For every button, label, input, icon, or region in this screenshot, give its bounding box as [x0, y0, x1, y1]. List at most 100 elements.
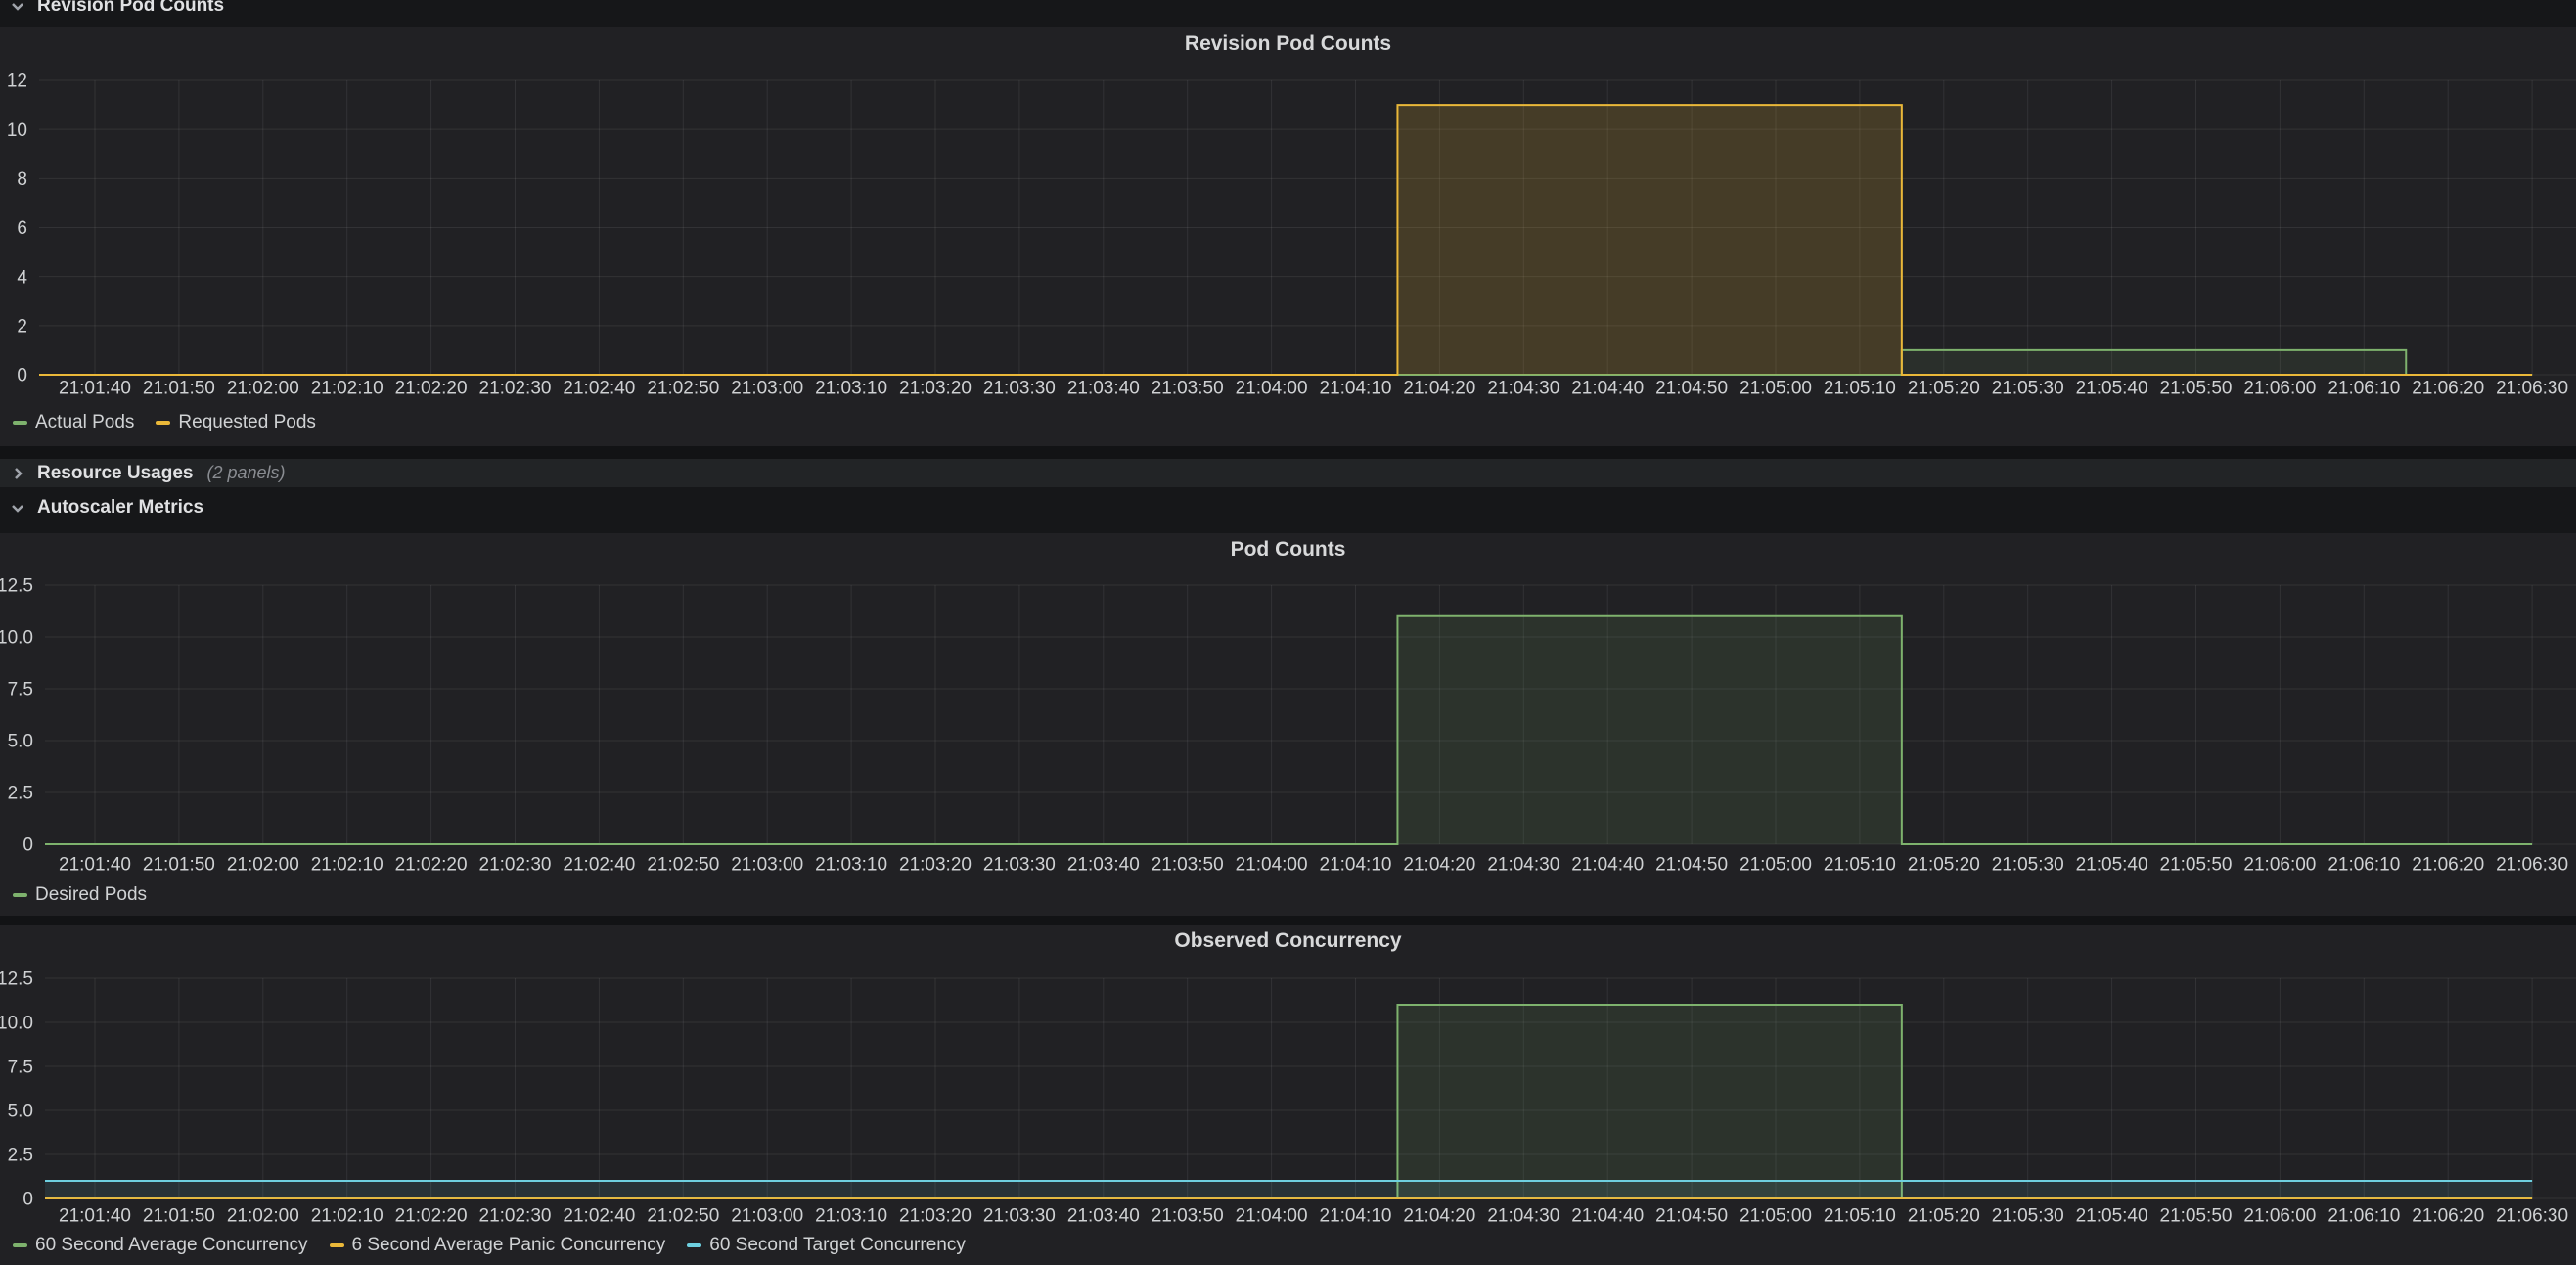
- svg-text:21:01:50: 21:01:50: [143, 855, 215, 876]
- series-line-60-second-average-concurrency: [45, 1005, 2532, 1198]
- panel-title[interactable]: Pod Counts: [0, 533, 2576, 566]
- svg-text:21:03:50: 21:03:50: [1152, 379, 1224, 399]
- plot-area: 02.55.07.510.012.521:01:4021:01:5021:02:…: [0, 925, 2576, 1265]
- row-title: Autoscaler Metrics: [37, 497, 203, 519]
- svg-text:21:04:20: 21:04:20: [1403, 855, 1475, 876]
- svg-text:21:04:40: 21:04:40: [1571, 379, 1644, 399]
- svg-text:21:03:10: 21:03:10: [815, 1206, 887, 1227]
- legend: Desired Pods: [13, 883, 147, 907]
- panel-title[interactable]: Observed Concurrency: [0, 925, 2576, 958]
- series-fill-60-second-target-concurrency: [45, 1181, 2532, 1198]
- svg-text:21:03:00: 21:03:00: [731, 379, 803, 399]
- svg-text:6: 6: [17, 218, 27, 239]
- svg-text:21:03:40: 21:03:40: [1067, 1206, 1140, 1227]
- svg-text:21:01:40: 21:01:40: [59, 855, 131, 876]
- svg-text:0: 0: [23, 1190, 33, 1210]
- svg-text:21:06:10: 21:06:10: [2327, 855, 2400, 876]
- svg-text:21:05:00: 21:05:00: [1740, 1206, 1812, 1227]
- svg-text:21:05:40: 21:05:40: [2076, 855, 2148, 876]
- svg-text:21:06:30: 21:06:30: [2496, 1206, 2568, 1227]
- svg-text:21:03:10: 21:03:10: [815, 855, 887, 876]
- svg-text:21:02:00: 21:02:00: [227, 1206, 299, 1227]
- series-line-desired-pods: [45, 616, 2532, 844]
- svg-text:21:04:00: 21:04:00: [1236, 379, 1308, 399]
- v-gridlines: [95, 585, 2532, 844]
- svg-text:21:05:00: 21:05:00: [1740, 379, 1812, 399]
- svg-text:21:05:20: 21:05:20: [1908, 379, 1980, 399]
- y-axis-labels: 024681012: [7, 71, 28, 386]
- svg-text:21:02:50: 21:02:50: [647, 379, 719, 399]
- panel-divider: [0, 446, 2576, 459]
- svg-text:2.5: 2.5: [8, 784, 33, 804]
- svg-text:21:04:20: 21:04:20: [1403, 1206, 1475, 1227]
- panel-divider: [0, 916, 2576, 925]
- legend-label: Desired Pods: [35, 883, 147, 907]
- chart-pod-counts[interactable]: 02.55.07.510.012.521:01:4021:01:5021:02:…: [0, 533, 2576, 916]
- panel-title[interactable]: Revision Pod Counts: [0, 27, 2576, 61]
- svg-text:21:01:40: 21:01:40: [59, 1206, 131, 1227]
- svg-text:21:02:40: 21:02:40: [563, 855, 635, 876]
- svg-text:21:04:40: 21:04:40: [1571, 855, 1644, 876]
- chart-observed-concurrency[interactable]: 02.55.07.510.012.521:01:4021:01:5021:02:…: [0, 925, 2576, 1265]
- svg-text:21:03:40: 21:03:40: [1067, 855, 1140, 876]
- chart-revision-pod-counts[interactable]: 02468101221:01:4021:01:5021:02:0021:02:1…: [0, 27, 2576, 446]
- svg-text:21:04:10: 21:04:10: [1320, 1206, 1392, 1227]
- legend-swatch: [13, 1243, 27, 1247]
- row-header-autoscaler-metrics[interactable]: Autoscaler Metrics: [0, 492, 2576, 523]
- legend-item[interactable]: 60 Second Target Concurrency: [687, 1234, 966, 1257]
- svg-text:21:04:50: 21:04:50: [1655, 1206, 1728, 1227]
- legend-swatch: [687, 1243, 701, 1247]
- x-axis-labels: 21:01:4021:01:5021:02:0021:02:1021:02:20…: [59, 1206, 2568, 1227]
- svg-text:21:03:50: 21:03:50: [1152, 855, 1224, 876]
- svg-text:21:05:30: 21:05:30: [1992, 1206, 2064, 1227]
- panel-pod-counts: 02.55.07.510.012.521:01:4021:01:5021:02:…: [0, 533, 2576, 916]
- svg-text:21:06:20: 21:06:20: [2412, 1206, 2484, 1227]
- svg-text:21:06:10: 21:06:10: [2327, 1206, 2400, 1227]
- svg-text:21:04:50: 21:04:50: [1655, 855, 1728, 876]
- svg-text:5.0: 5.0: [8, 1102, 33, 1122]
- legend: Actual Pods Requested Pods: [13, 411, 316, 434]
- legend-swatch: [156, 421, 170, 425]
- svg-text:21:03:50: 21:03:50: [1152, 1206, 1224, 1227]
- svg-text:21:04:30: 21:04:30: [1487, 1206, 1559, 1227]
- svg-text:21:01:50: 21:01:50: [143, 1206, 215, 1227]
- legend-label: Actual Pods: [35, 411, 134, 434]
- svg-text:2.5: 2.5: [8, 1146, 33, 1166]
- svg-text:21:03:20: 21:03:20: [899, 379, 972, 399]
- legend: 60 Second Average Concurrency 6 Second Av…: [13, 1234, 966, 1257]
- legend-item[interactable]: Desired Pods: [13, 883, 147, 907]
- series-fill-actual-pods: [39, 350, 2532, 375]
- svg-text:21:03:00: 21:03:00: [731, 1206, 803, 1227]
- svg-text:2: 2: [17, 316, 27, 337]
- svg-text:21:03:20: 21:03:20: [899, 1206, 972, 1227]
- v-gridlines: [95, 978, 2532, 1198]
- row-header-resource-usages[interactable]: Resource Usages (2 panels): [0, 459, 2576, 487]
- row-title: Revision Pod Counts: [37, 0, 224, 17]
- svg-text:21:03:10: 21:03:10: [815, 379, 887, 399]
- svg-text:10: 10: [7, 120, 27, 141]
- panel-revision-pod-counts: 02468101221:01:4021:01:5021:02:0021:02:1…: [0, 27, 2576, 446]
- row-header-revision-pod-counts[interactable]: Revision Pod Counts: [0, 0, 2576, 19]
- svg-text:21:05:10: 21:05:10: [1824, 379, 1896, 399]
- svg-text:21:02:00: 21:02:00: [227, 855, 299, 876]
- svg-text:21:04:10: 21:04:10: [1320, 379, 1392, 399]
- svg-text:0: 0: [23, 836, 33, 856]
- legend-item[interactable]: 60 Second Average Concurrency: [13, 1234, 308, 1257]
- svg-text:21:05:00: 21:05:00: [1740, 855, 1812, 876]
- svg-text:21:02:50: 21:02:50: [647, 855, 719, 876]
- svg-text:0: 0: [17, 366, 27, 386]
- svg-text:21:06:30: 21:06:30: [2496, 379, 2568, 399]
- series-fill-60-second-average-concurrency: [45, 1005, 2532, 1198]
- series-fill-desired-pods: [45, 616, 2532, 844]
- legend-item[interactable]: 6 Second Average Panic Concurrency: [330, 1234, 666, 1257]
- svg-text:21:05:50: 21:05:50: [2160, 855, 2233, 876]
- svg-text:21:03:00: 21:03:00: [731, 855, 803, 876]
- svg-text:12.5: 12.5: [0, 576, 33, 597]
- legend-item[interactable]: Actual Pods: [13, 411, 134, 434]
- svg-text:21:05:30: 21:05:30: [1992, 379, 2064, 399]
- svg-text:7.5: 7.5: [8, 680, 33, 700]
- legend-label: Requested Pods: [178, 411, 316, 434]
- legend-item[interactable]: Requested Pods: [156, 411, 316, 434]
- svg-text:21:02:10: 21:02:10: [311, 379, 384, 399]
- legend-swatch: [13, 421, 27, 425]
